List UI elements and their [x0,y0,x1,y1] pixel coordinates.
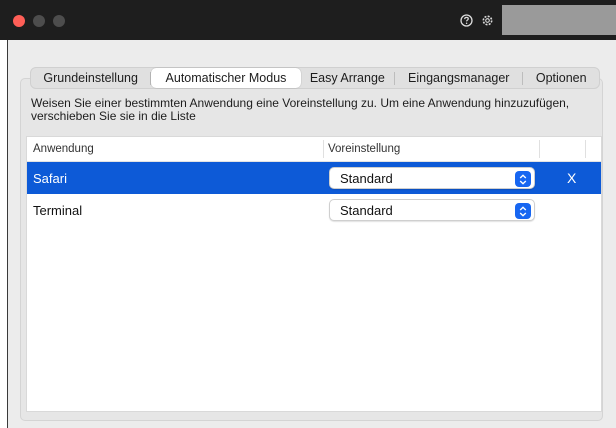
gear-icon[interactable] [479,12,495,28]
tab-label: Eingangsmanager [408,71,510,85]
remove-row-button[interactable]: X [567,170,576,186]
chevron-up-down-icon [515,171,531,187]
titlebar-search-area [502,5,616,35]
tab-automatischer-modus[interactable]: Automatischer Modus [151,68,301,88]
column-divider [539,140,540,158]
column-header-preset[interactable]: Voreinstellung [328,143,400,155]
tab-optionen[interactable]: Optionen [523,68,599,88]
column-divider [585,140,586,158]
tab-label: Optionen [535,71,587,85]
app-name: Safari [33,171,67,186]
title-bar [0,0,616,40]
window-left-border [7,40,8,428]
tab-bar: Grundeinstellung Automatischer Modus Eas… [30,67,600,89]
minimize-window-button[interactable] [33,15,45,27]
preset-value: Standard [340,171,393,186]
window-left-edge [0,40,7,428]
column-divider [323,140,324,158]
preset-select[interactable]: Standard [329,199,535,221]
tab-label: Automatischer Modus [165,71,287,85]
tab-label: Easy Arrange [309,71,385,85]
app-name: Terminal [33,203,83,218]
table-row[interactable]: Terminal Standard [27,194,601,226]
app-window: Grundeinstellung Automatischer Modus Eas… [0,0,616,428]
chevron-up-down-icon [515,203,531,219]
tab-label: Grundeinstellung [43,71,138,85]
question-circle-icon[interactable] [458,12,474,28]
preset-value: Standard [340,203,393,218]
preset-select[interactable]: Standard [329,167,535,189]
tab-eingangsmanager[interactable]: Eingangsmanager [395,68,522,88]
app-preset-table[interactable]: Anwendung Voreinstellung Safari Standard… [26,136,602,412]
table-row[interactable]: Safari Standard X [27,162,601,194]
column-header-application[interactable]: Anwendung [33,143,94,155]
tab-grundeinstellung[interactable]: Grundeinstellung [31,68,150,88]
table-header: Anwendung Voreinstellung [27,137,601,162]
tab-easy-arrange[interactable]: Easy Arrange [301,68,395,88]
zoom-window-button[interactable] [53,15,65,27]
close-window-button[interactable] [13,15,25,27]
description-text: Weisen Sie einer bestimmten Anwendung ei… [31,96,570,123]
